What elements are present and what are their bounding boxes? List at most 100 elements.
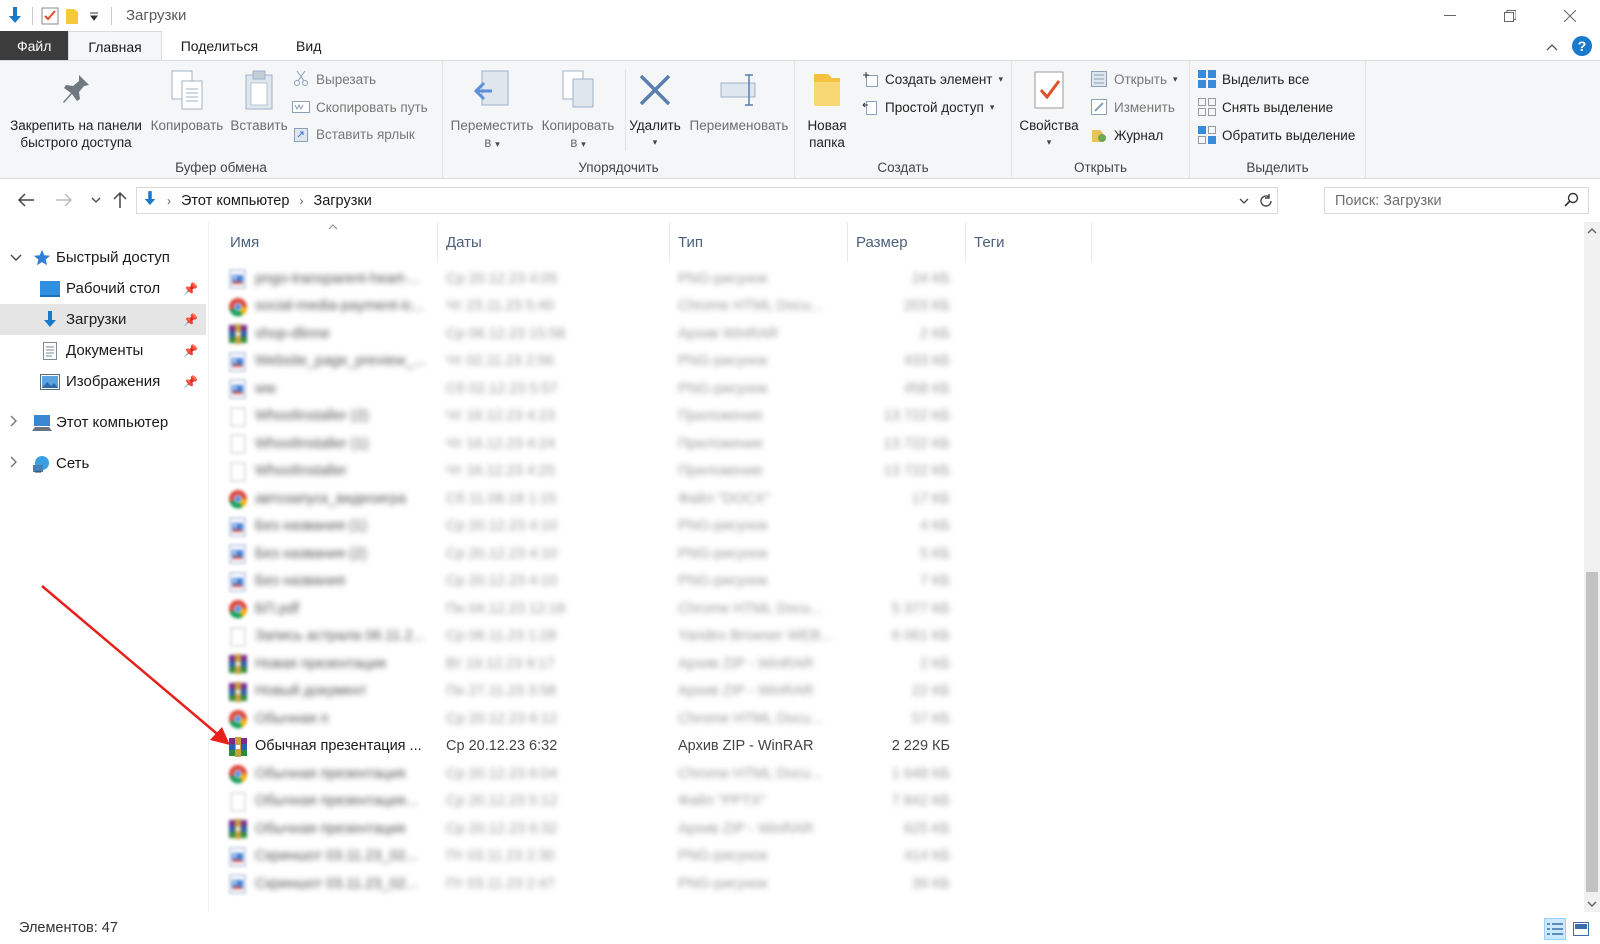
file-date: Ср 20.12.23 5:12 xyxy=(446,793,558,809)
column-header-date[interactable]: Даты xyxy=(438,222,670,262)
file-row[interactable]: Без названия Ср 20.12.23 4:10 PNG-рисунок 7… xyxy=(222,568,1584,595)
properties-button[interactable]: Свойства ▾ xyxy=(1018,67,1080,151)
file-row[interactable]: Обычная презентация ... Ср 20.12.23 6:32 А… xyxy=(222,733,1584,760)
paste-button[interactable]: Вставить xyxy=(226,67,292,134)
forward-arrow-icon[interactable] xyxy=(52,188,76,212)
move-to-button[interactable]: Переместить в ▾ xyxy=(449,67,535,153)
file-row[interactable]: social-media-payment-ic... Чт 23.11.23 5:… xyxy=(222,293,1584,320)
scroll-down-icon[interactable] xyxy=(1584,895,1600,912)
cut-button[interactable]: Вырезать xyxy=(292,68,376,90)
pin-quick-access-button[interactable]: Закрепить на панели быстрого доступа xyxy=(8,67,144,151)
help-icon[interactable]: ? xyxy=(1572,36,1592,56)
file-row[interactable]: pngo-transparent-heart-... Ср 20.12.23 4:… xyxy=(222,265,1584,292)
new-folder-icon[interactable] xyxy=(61,5,83,27)
paste-shortcut-button[interactable]: Вставить ярлык xyxy=(292,123,415,145)
copy-button[interactable]: Копировать xyxy=(148,67,226,134)
file-row[interactable]: WhoolInstaller (1) Чт 16.12.23 4:24 Прилож… xyxy=(222,430,1584,457)
file-row[interactable]: БП.pdf Пн 04.12.23 12:18 Chrome HTML Docu.… xyxy=(222,595,1584,622)
tab-file[interactable]: Файл xyxy=(0,31,69,61)
file-row[interactable]: WhoolInstaller Чт 16.12.23 4:25 Приложение… xyxy=(222,458,1584,485)
delete-button[interactable]: Удалить ▾ xyxy=(627,67,683,151)
file-row[interactable]: Обычная презентация Ср 20.12.23 6:04 Chrom… xyxy=(222,760,1584,787)
nav-desktop[interactable]: Рабочий стол 📌 xyxy=(0,273,206,304)
qat-dropdown-icon[interactable] xyxy=(83,5,105,27)
file-row[interactable]: Обычная п Ср 20.12.23 6:12 Chrome HTML Doc… xyxy=(222,705,1584,732)
properties-label: Свойства xyxy=(1019,118,1079,133)
up-arrow-icon[interactable] xyxy=(108,188,132,212)
new-item-button[interactable]: Создать элемент ▾ xyxy=(861,68,1003,90)
column-header-tags[interactable]: Теги xyxy=(966,222,1092,262)
nav-downloads[interactable]: Загрузки 📌 xyxy=(0,304,206,335)
select-none-button[interactable]: Снять выделение xyxy=(1198,96,1333,118)
search-icon[interactable] xyxy=(1564,192,1580,212)
file-row[interactable]: Новый документ Пн 27.11.23 3:58 Архив ZIP … xyxy=(222,678,1584,705)
file-row[interactable]: Обычная презентация... Ср 20.12.23 5:12 Фа… xyxy=(222,788,1584,815)
file-row[interactable]: ww Сб 02.12.23 5:57 PNG-рисунок 458 КБ xyxy=(222,375,1584,402)
easy-access-button[interactable]: Простой доступ ▾ xyxy=(861,96,994,118)
refresh-icon[interactable] xyxy=(1255,188,1277,213)
file-row[interactable]: shop-dlinne Ср 06.12.23 15:58 Архив WinRAR… xyxy=(222,320,1584,347)
nav-documents[interactable]: Документы 📌 xyxy=(0,335,206,366)
file-row[interactable]: Скриншот 03.11.23_02... Пт 03.11.23 2:47 P… xyxy=(222,870,1584,897)
copy-path-button[interactable]: Скопировать путь xyxy=(292,96,428,118)
new-folder-button[interactable]: Новая папка xyxy=(799,67,855,151)
file-row[interactable]: Обычная презентация Ср 20.12.23 6:32 Архив… xyxy=(222,815,1584,842)
nav-this-pc[interactable]: Этот компьютер xyxy=(0,407,206,438)
nav-pictures[interactable]: Изображения 📌 xyxy=(0,366,206,397)
file-type: PNG-рисунок xyxy=(678,545,768,562)
breadcrumb-separator-icon[interactable]: › xyxy=(299,194,303,208)
scrollbar-thumb[interactable] xyxy=(1586,572,1598,892)
close-button[interactable] xyxy=(1540,0,1600,31)
breadcrumb-this-pc[interactable]: Этот компьютер xyxy=(181,193,289,209)
nav-network[interactable]: Сеть xyxy=(0,448,206,479)
recent-locations-chevron-icon[interactable] xyxy=(84,188,108,212)
pin-icon[interactable]: 📌 xyxy=(183,282,198,296)
rename-button[interactable]: Переименовать xyxy=(683,67,795,134)
select-all-button[interactable]: Выделить все xyxy=(1198,68,1309,90)
open-button[interactable]: Открыть ▾ xyxy=(1090,68,1178,90)
address-dropdown-icon[interactable] xyxy=(1233,188,1255,213)
downloads-arrow-icon[interactable] xyxy=(4,5,26,27)
back-arrow-icon[interactable] xyxy=(14,188,38,212)
address-bar[interactable]: › Этот компьютер › Загрузки xyxy=(136,187,1278,214)
nav-quick-access[interactable]: Быстрый доступ xyxy=(0,242,206,273)
column-header-type[interactable]: Тип xyxy=(670,222,848,262)
column-header-name[interactable]: Имя xyxy=(222,222,438,262)
vertical-scrollbar[interactable] xyxy=(1584,222,1600,912)
properties-dropdown-icon[interactable]: ▾ xyxy=(1047,134,1052,151)
properties-check-icon[interactable] xyxy=(39,5,61,27)
expand-chevron-icon[interactable] xyxy=(10,456,18,471)
tab-view[interactable]: Вид xyxy=(277,31,340,61)
file-row[interactable]: Website_page_preview_... Чт 02.11.23 2:56… xyxy=(222,348,1584,375)
invert-selection-button[interactable]: Обратить выделение xyxy=(1198,124,1355,146)
edit-button[interactable]: Изменить xyxy=(1090,96,1175,118)
pin-icon[interactable]: 📌 xyxy=(183,375,198,389)
expand-chevron-icon[interactable] xyxy=(10,415,18,430)
tab-home[interactable]: Главная xyxy=(68,31,162,61)
delete-dropdown-icon[interactable]: ▾ xyxy=(653,134,658,151)
breadcrumb-separator-icon[interactable]: › xyxy=(167,194,171,208)
copy-to-button[interactable]: Копировать в ▾ xyxy=(535,67,621,153)
column-header-size[interactable]: Размер xyxy=(848,222,966,262)
file-row[interactable]: Запись астрала 06.11.2... Ср 06.11.23 1:2… xyxy=(222,623,1584,650)
expand-chevron-icon[interactable] xyxy=(10,251,22,265)
breadcrumb-downloads[interactable]: Загрузки xyxy=(313,193,371,209)
pin-icon[interactable]: 📌 xyxy=(183,313,198,327)
file-row[interactable]: Новая презентация Вт 19.12.23 9:17 Архив Z… xyxy=(222,650,1584,677)
collapse-ribbon-icon[interactable] xyxy=(1546,38,1558,54)
restore-button[interactable] xyxy=(1480,0,1540,31)
file-row[interactable]: WhoolInstaller (2) Чт 16.12.23 4:23 Прилож… xyxy=(222,403,1584,430)
search-box[interactable]: Поиск: Загрузки xyxy=(1324,187,1589,214)
file-row[interactable]: Без названия (1) Ср 20.12.23 4:10 PNG-рису… xyxy=(222,513,1584,540)
minimize-button[interactable] xyxy=(1420,0,1480,31)
scroll-up-icon[interactable] xyxy=(1584,222,1600,239)
large-icons-view-icon[interactable] xyxy=(1570,918,1592,940)
tab-share[interactable]: Поделиться xyxy=(162,31,277,61)
move-to-icon xyxy=(471,67,513,113)
pin-icon[interactable]: 📌 xyxy=(183,344,198,358)
details-view-icon[interactable] xyxy=(1544,918,1566,940)
file-row[interactable]: Без названия (2) Ср 20.12.23 4:10 PNG-рису… xyxy=(222,540,1584,567)
file-row[interactable]: автозапуск_видеоигра Сб 11.08.18 1:15 Файл… xyxy=(222,485,1584,512)
file-row[interactable]: Скриншот 03.11.23_02... Пт 03.11.23 2:30 P… xyxy=(222,843,1584,870)
history-button[interactable]: Журнал xyxy=(1090,124,1163,146)
